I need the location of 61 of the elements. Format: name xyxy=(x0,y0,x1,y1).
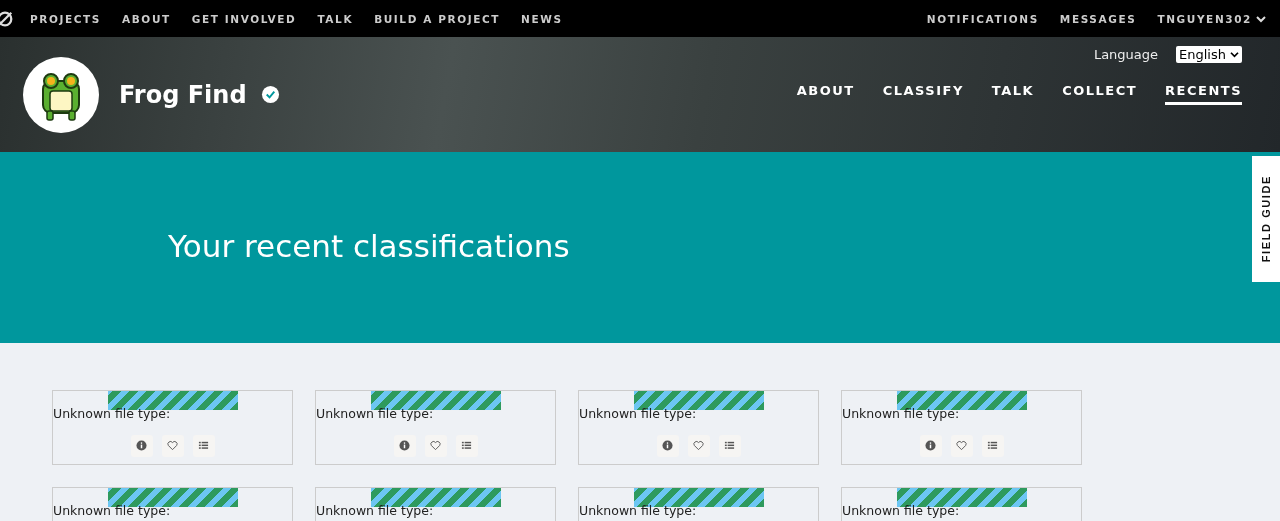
list-icon xyxy=(987,440,998,451)
language-label: Language xyxy=(1093,47,1159,62)
language-select[interactable]: English xyxy=(1176,46,1242,63)
top-nav-link[interactable]: ABOUT xyxy=(122,12,171,25)
file-type-message: Unknown file type: xyxy=(53,505,172,518)
favorite-button[interactable] xyxy=(950,434,973,457)
project-tab[interactable]: RECENTS xyxy=(1165,83,1242,105)
info-button[interactable] xyxy=(919,434,942,457)
file-type-message: Unknown file type: xyxy=(579,505,698,518)
file-type-message: Unknown file type: xyxy=(579,408,698,421)
broken-image-placeholder[interactable] xyxy=(633,488,764,507)
info-button[interactable] xyxy=(130,434,153,457)
list-icon xyxy=(724,440,735,451)
collect-button[interactable] xyxy=(455,434,478,457)
user-menu[interactable]: TNGUYEN302 xyxy=(1157,12,1266,25)
top-nav-link[interactable]: NOTIFICATIONS xyxy=(926,12,1039,25)
info-icon xyxy=(136,440,147,451)
project-tab[interactable]: COLLECT xyxy=(1062,83,1138,105)
file-type-message: Unknown file type: xyxy=(316,505,435,518)
field-guide-tab[interactable]: FIELD GUIDE xyxy=(1252,156,1280,282)
heart-icon xyxy=(693,440,704,451)
list-icon xyxy=(198,440,209,451)
info-icon xyxy=(925,440,936,451)
chevron-down-icon xyxy=(1230,51,1239,58)
favorite-button[interactable] xyxy=(424,434,447,457)
page-heading: Your recent classifications xyxy=(168,227,570,266)
project-tab[interactable]: TALK xyxy=(991,83,1035,105)
info-icon xyxy=(399,440,410,451)
info-button[interactable] xyxy=(393,434,416,457)
favorite-button[interactable] xyxy=(687,434,710,457)
top-nav-link[interactable]: TALK xyxy=(317,12,354,25)
broken-image-placeholder[interactable] xyxy=(107,391,238,410)
top-nav-link[interactable]: GET INVOLVED xyxy=(191,12,297,25)
file-type-message: Unknown file type: xyxy=(316,408,435,421)
broken-image-placeholder[interactable] xyxy=(370,488,501,507)
file-type-message: Unknown file type: xyxy=(842,408,961,421)
project-title[interactable]: Frog Find xyxy=(119,80,247,109)
broken-image-placeholder[interactable] xyxy=(107,488,238,507)
heart-icon xyxy=(430,440,441,451)
file-type-message: Unknown file type: xyxy=(842,505,961,518)
info-icon xyxy=(662,440,673,451)
collect-button[interactable] xyxy=(192,434,215,457)
favorite-button[interactable] xyxy=(161,434,184,457)
list-icon xyxy=(461,440,472,451)
project-tab[interactable]: ABOUT xyxy=(796,83,855,105)
chevron-down-icon xyxy=(1256,14,1266,23)
top-nav-link[interactable]: MESSAGES xyxy=(1059,12,1137,25)
collect-button[interactable] xyxy=(718,434,741,457)
broken-image-placeholder[interactable] xyxy=(633,391,764,410)
top-nav-link[interactable]: PROJECTS xyxy=(30,12,102,25)
file-type-message: Unknown file type: xyxy=(53,408,172,421)
heart-icon xyxy=(167,440,178,451)
top-nav-link[interactable]: BUILD A PROJECT xyxy=(374,12,501,25)
heart-icon xyxy=(956,440,967,451)
broken-image-placeholder[interactable] xyxy=(896,488,1027,507)
collect-button[interactable] xyxy=(981,434,1004,457)
broken-image-placeholder[interactable] xyxy=(370,391,501,410)
top-nav-link[interactable]: NEWS xyxy=(521,12,563,25)
info-button[interactable] xyxy=(656,434,679,457)
broken-image-placeholder[interactable] xyxy=(896,391,1027,410)
project-tab[interactable]: CLASSIFY xyxy=(882,83,964,105)
